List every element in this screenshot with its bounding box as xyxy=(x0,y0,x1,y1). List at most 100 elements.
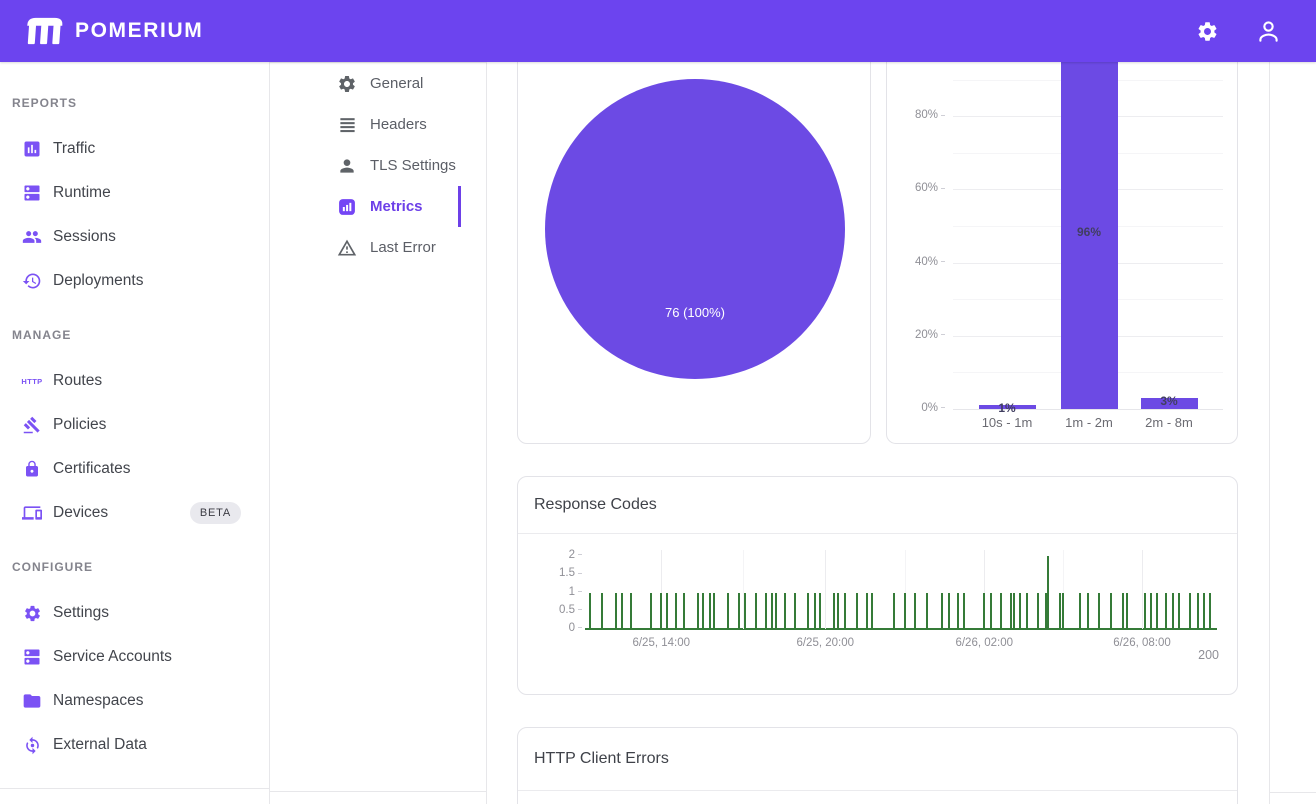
sidebar-item-routes[interactable]: HTTP Routes xyxy=(0,359,269,403)
http-icon: HTTP xyxy=(22,371,42,391)
sidebar-item-devices[interactable]: Devices BETA xyxy=(0,491,269,535)
tab-label: TLS Settings xyxy=(370,157,456,174)
sidebar-item-service-accounts[interactable]: Service Accounts xyxy=(0,635,269,679)
sidebar-item-label: Runtime xyxy=(53,184,111,202)
spike-bar xyxy=(738,593,740,630)
people-icon xyxy=(22,227,42,247)
spike-bar xyxy=(1047,556,1049,629)
card-title: Response Codes xyxy=(534,496,657,514)
sidebar-item-policies[interactable]: Policies xyxy=(0,403,269,447)
aqueduct-logo-icon xyxy=(22,13,64,49)
spike-bar xyxy=(856,593,858,630)
spike-bar xyxy=(1122,593,1124,630)
response-codes-plot xyxy=(588,550,1214,629)
duration-bars-plot: 1%96%3% xyxy=(953,62,1223,409)
tab-general[interactable]: General xyxy=(270,63,486,104)
gear-icon xyxy=(337,74,357,94)
spike-bar xyxy=(833,593,835,630)
brand-name: POMERIUM xyxy=(75,19,203,43)
spike-bar xyxy=(1087,593,1089,630)
sidebar-item-deployments[interactable]: Deployments xyxy=(0,259,269,303)
spike-bar xyxy=(727,593,729,630)
app-header: POMERIUM xyxy=(0,0,1316,62)
spike-bar xyxy=(1156,593,1158,630)
spike-bar xyxy=(794,593,796,630)
server-icon xyxy=(22,647,42,667)
sidebar-item-runtime[interactable]: Runtime xyxy=(0,171,269,215)
spike-bar xyxy=(1165,593,1167,630)
sidebar-item-label: Certificates xyxy=(53,460,131,478)
spike-bar xyxy=(660,593,662,630)
sidebar-item-label: Namespaces xyxy=(53,692,143,710)
spike-bar xyxy=(941,593,943,630)
spike-bar xyxy=(1026,593,1028,630)
spike-bar xyxy=(1172,593,1174,630)
response-codes-card: Response Codes 00.511.52 6/25, 14:006/25… xyxy=(517,476,1238,695)
gavel-icon xyxy=(22,415,42,435)
settings-button[interactable] xyxy=(1196,20,1219,43)
spike-bar xyxy=(1209,593,1211,630)
folder-icon xyxy=(22,691,42,711)
sidebar-item-label: External Data xyxy=(53,736,147,754)
spike-bar xyxy=(893,593,895,630)
chart-icon xyxy=(337,197,357,217)
sidebar-item-certificates[interactable]: Certificates xyxy=(0,447,269,491)
spike-bar xyxy=(650,593,652,630)
route-subnav: General Headers TLS Settings Metrics Las… xyxy=(270,62,487,804)
spike-bar xyxy=(866,593,868,630)
spike-bar xyxy=(775,593,777,630)
spike-bar xyxy=(765,593,767,630)
sidebar-item-label: Deployments xyxy=(53,272,143,290)
sidebar-item-sessions[interactable]: Sessions xyxy=(0,215,269,259)
server-icon xyxy=(22,183,42,203)
sidebar-item-label: Sessions xyxy=(53,228,116,246)
pomerium-logo: POMERIUM xyxy=(22,13,203,49)
spike-bar xyxy=(1019,593,1021,630)
spike-bar xyxy=(784,593,786,630)
spike-bar xyxy=(1000,593,1002,630)
spike-bar xyxy=(819,593,821,630)
spike-bar xyxy=(963,593,965,630)
duration-pie-card: 76 (100%) xyxy=(517,62,871,444)
x-tick-label: 6/26, 02:00 xyxy=(936,637,1032,649)
spike-bar xyxy=(1062,593,1064,630)
sidebar-item-label: Routes xyxy=(53,372,102,390)
spike-bar xyxy=(630,593,632,630)
tab-metrics[interactable]: Metrics xyxy=(270,186,486,227)
spike-bar xyxy=(807,593,809,630)
spike-bar xyxy=(697,593,699,630)
sidebar-item-namespaces[interactable]: Namespaces xyxy=(0,679,269,723)
spike-bar xyxy=(1037,593,1039,630)
sidebar-item-traffic[interactable]: Traffic xyxy=(0,127,269,171)
devices-icon xyxy=(22,503,42,523)
spike-bar xyxy=(666,593,668,630)
gear-icon xyxy=(1196,20,1219,43)
spike-bar xyxy=(957,593,959,630)
tab-headers[interactable]: Headers xyxy=(270,104,486,145)
spike-bar xyxy=(904,593,906,630)
spike-bar xyxy=(914,593,916,630)
person-icon xyxy=(1255,18,1282,45)
section-reports: REPORTS xyxy=(0,96,269,110)
lock-icon xyxy=(22,459,42,479)
pie-slice xyxy=(545,79,845,379)
sidebar-item-label: Settings xyxy=(53,604,109,622)
sidebar-item-settings[interactable]: Settings xyxy=(0,591,269,635)
sidebar-item-label: Service Accounts xyxy=(53,648,172,666)
sidebar-item-external-data[interactable]: External Data xyxy=(0,723,269,767)
spike-bar xyxy=(675,593,677,630)
tab-label: Last Error xyxy=(370,239,436,256)
history-icon xyxy=(22,271,42,291)
account-button[interactable] xyxy=(1255,18,1282,45)
tab-tls-settings[interactable]: TLS Settings xyxy=(270,145,486,186)
spike-bar xyxy=(1013,593,1015,630)
spike-bar xyxy=(1178,593,1180,630)
category-label: 1m - 2m xyxy=(1049,415,1129,430)
sidebar-item-label: Policies xyxy=(53,416,106,434)
spike-bar xyxy=(990,593,992,630)
spike-bar xyxy=(601,593,603,630)
card-title: HTTP Client Errors xyxy=(534,750,669,768)
spike-bar xyxy=(1203,593,1205,630)
section-configure: CONFIGURE xyxy=(0,560,269,574)
tab-last-error[interactable]: Last Error xyxy=(270,227,486,268)
